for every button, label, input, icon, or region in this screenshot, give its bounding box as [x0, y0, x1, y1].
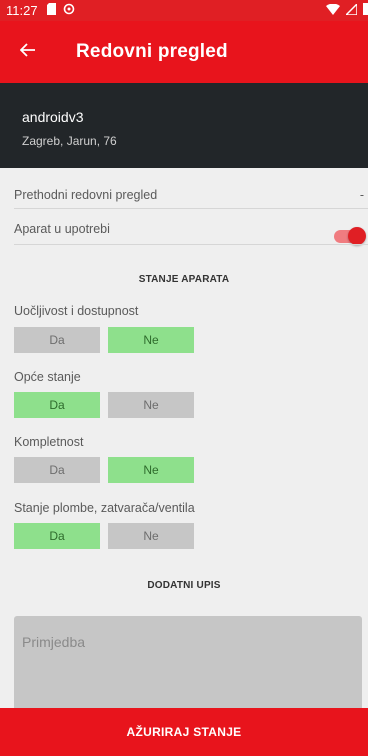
- no-option[interactable]: Ne: [108, 457, 194, 483]
- yes-option[interactable]: Da: [14, 457, 100, 483]
- page-title: Redovni pregled: [76, 41, 228, 62]
- signal-icon: [344, 2, 358, 18]
- yes-option[interactable]: Da: [14, 523, 100, 549]
- in-use-row: Aparat u upotrebi: [14, 222, 368, 236]
- toggle-thumb: [348, 227, 366, 245]
- wifi-icon: [326, 3, 340, 18]
- battery-icon: [363, 3, 368, 18]
- no-option[interactable]: Ne: [108, 327, 194, 353]
- status-bar: 11:27: [0, 0, 368, 21]
- extra-heading: DODATNI UPIS: [147, 580, 221, 591]
- status-right: [326, 0, 368, 21]
- back-button[interactable]: [0, 21, 56, 83]
- question-label: Stanje plombe, zatvarača/ventila: [14, 501, 195, 515]
- state-heading: STANJE APARATA: [138, 274, 230, 285]
- arrow-left-icon: [19, 42, 36, 62]
- app-bar: Redovni pregled: [0, 21, 368, 83]
- remark-field[interactable]: Primjedba: [14, 616, 362, 708]
- previous-inspection-row: Prethodni redovni pregled -: [14, 188, 368, 202]
- sync-icon: [63, 3, 75, 18]
- device-header: androidv3 Zagreb, Jarun, 76: [0, 83, 368, 168]
- sd-card-icon: [46, 3, 57, 18]
- question-label: Kompletnost: [14, 435, 84, 449]
- previous-inspection-label: Prethodni redovni pregled: [14, 188, 158, 202]
- yes-option[interactable]: Da: [14, 327, 100, 353]
- question-label: Opće stanje: [14, 370, 81, 384]
- no-option[interactable]: Ne: [108, 392, 194, 418]
- device-address: Zagreb, Jarun, 76: [22, 134, 117, 148]
- status-time: 11:27: [6, 3, 38, 18]
- in-use-label: Aparat u upotrebi: [14, 222, 110, 236]
- no-option[interactable]: Ne: [108, 523, 194, 549]
- yes-option[interactable]: Da: [14, 392, 100, 418]
- device-name: androidv3: [22, 109, 84, 125]
- update-state-button[interactable]: AŽURIRAJ STANJE: [0, 708, 368, 756]
- question-label: Uočljivost i dostupnost: [14, 304, 139, 318]
- divider: [14, 208, 368, 209]
- form-content[interactable]: Prethodni redovni pregled - Aparat u upo…: [0, 168, 368, 708]
- previous-inspection-value: -: [359, 188, 364, 202]
- in-use-toggle[interactable]: [332, 226, 366, 246]
- divider: [14, 244, 368, 245]
